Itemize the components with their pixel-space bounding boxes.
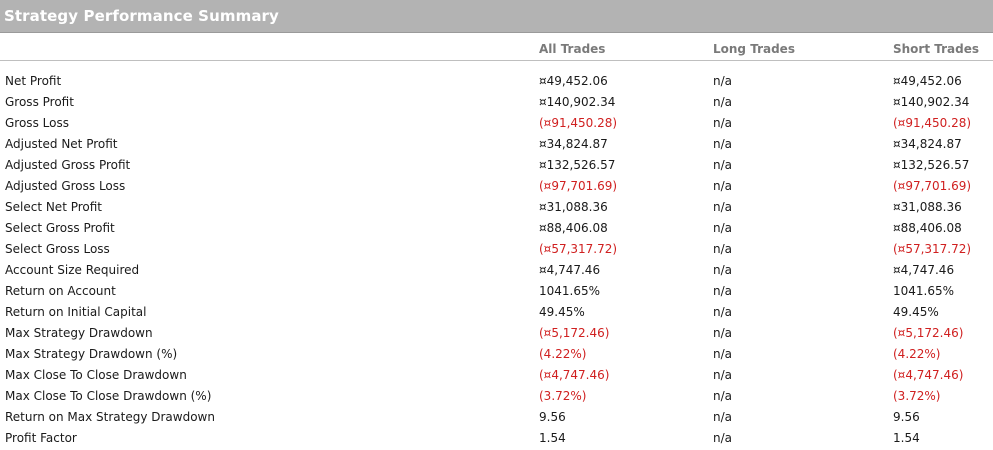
table-row[interactable]: Return on Max Strategy Drawdown 9.56 n/a 9.… <box>0 406 993 427</box>
long-trades-value: n/a <box>713 137 733 151</box>
table-row[interactable]: Max Strategy Drawdown (%) (4.22%) n/a (4.22… <box>0 343 993 364</box>
all-trades-value: ¤140,902.34 <box>539 95 616 109</box>
row-label: Max Close To Close Drawdown (%) <box>5 389 212 403</box>
all-trades-value: (4.22%) <box>539 347 587 361</box>
row-label: Adjusted Gross Profit <box>5 158 131 172</box>
table-row[interactable]: Net Profit ¤49,452.06 n/a ¤49,452.06 <box>0 70 993 91</box>
all-trades-value: ¤88,406.08 <box>539 221 608 235</box>
short-trades-value: (¤4,747.46) <box>893 368 964 382</box>
long-trades-value: n/a <box>713 347 733 361</box>
long-trades-value: n/a <box>713 305 733 319</box>
row-label: Profit Factor <box>5 431 77 445</box>
column-header-short-trades[interactable]: Short Trades <box>893 42 979 56</box>
long-trades-value: n/a <box>713 284 733 298</box>
short-trades-value: (¤91,450.28) <box>893 116 972 130</box>
row-label: Max Strategy Drawdown (%) <box>5 347 178 361</box>
column-headers: All Trades Long Trades Short Trades <box>0 33 993 61</box>
row-label: Return on Account <box>5 284 116 298</box>
short-trades-value: 9.56 <box>893 410 920 424</box>
table-row[interactable]: Adjusted Net Profit ¤34,824.87 n/a ¤34,824.… <box>0 133 993 154</box>
table-row[interactable]: Select Net Profit ¤31,088.36 n/a ¤31,088.36 <box>0 196 993 217</box>
short-trades-value: ¤49,452.06 <box>893 74 962 88</box>
short-trades-value: ¤34,824.87 <box>893 137 962 151</box>
short-trades-value: 1.54 <box>893 431 920 445</box>
report-header: Strategy Performance Summary <box>0 0 993 33</box>
long-trades-value: n/a <box>713 263 733 277</box>
row-label: Select Gross Profit <box>5 221 115 235</box>
row-label: Adjusted Net Profit <box>5 137 118 151</box>
long-trades-value: n/a <box>713 116 733 130</box>
table-row[interactable]: Max Close To Close Drawdown (%) (3.72%) n/… <box>0 385 993 406</box>
long-trades-value: n/a <box>713 200 733 214</box>
all-trades-value: (¤97,701.69) <box>539 179 618 193</box>
all-trades-value: ¤31,088.36 <box>539 200 608 214</box>
row-label: Select Net Profit <box>5 200 103 214</box>
table-row[interactable]: Select Gross Loss (¤57,317.72) n/a (¤57,317… <box>0 238 993 259</box>
all-trades-value: (¤57,317.72) <box>539 242 618 256</box>
short-trades-value: (3.72%) <box>893 389 941 403</box>
table-row[interactable]: Max Close To Close Drawdown (¤4,747.46) n/… <box>0 364 993 385</box>
row-label: Return on Initial Capital <box>5 305 147 319</box>
report-title: Strategy Performance Summary <box>4 7 279 25</box>
all-trades-value: (3.72%) <box>539 389 587 403</box>
row-label: Select Gross Loss <box>5 242 110 256</box>
all-trades-value: 1041.65% <box>539 284 601 298</box>
all-trades-value: 49.45% <box>539 305 585 319</box>
short-trades-value: (¤5,172.46) <box>893 326 964 340</box>
long-trades-value: n/a <box>713 74 733 88</box>
long-trades-value: n/a <box>713 221 733 235</box>
table-row[interactable]: Select Gross Profit ¤88,406.08 n/a ¤88,406.… <box>0 217 993 238</box>
all-trades-value: ¤49,452.06 <box>539 74 608 88</box>
long-trades-value: n/a <box>713 410 733 424</box>
table-row[interactable]: Max Strategy Drawdown (¤5,172.46) n/a (¤5,1… <box>0 322 993 343</box>
short-trades-value: 49.45% <box>893 305 939 319</box>
all-trades-value: ¤34,824.87 <box>539 137 608 151</box>
long-trades-value: n/a <box>713 389 733 403</box>
short-trades-value: (¤57,317.72) <box>893 242 972 256</box>
long-trades-value: n/a <box>713 326 733 340</box>
column-header-all-trades[interactable]: All Trades <box>539 42 605 56</box>
long-trades-value: n/a <box>713 179 733 193</box>
table-row[interactable]: Profit Factor 1.54 n/a 1.54 <box>0 427 993 448</box>
row-label: Adjusted Gross Loss <box>5 179 126 193</box>
short-trades-value: (¤97,701.69) <box>893 179 972 193</box>
long-trades-value: n/a <box>713 242 733 256</box>
long-trades-value: n/a <box>713 158 733 172</box>
performance-table: Net Profit ¤49,452.06 n/a ¤49,452.06 Gross P… <box>0 70 993 448</box>
row-label: Max Strategy Drawdown <box>5 326 153 340</box>
all-trades-value: 1.54 <box>539 431 566 445</box>
all-trades-value: ¤4,747.46 <box>539 263 601 277</box>
column-header-long-trades[interactable]: Long Trades <box>713 42 795 56</box>
short-trades-value: ¤4,747.46 <box>893 263 955 277</box>
long-trades-value: n/a <box>713 95 733 109</box>
all-trades-value: ¤132,526.57 <box>539 158 616 172</box>
table-row[interactable]: Adjusted Gross Loss (¤97,701.69) n/a (¤97,7… <box>0 175 993 196</box>
long-trades-value: n/a <box>713 368 733 382</box>
row-label: Max Close To Close Drawdown <box>5 368 187 382</box>
short-trades-value: ¤88,406.08 <box>893 221 962 235</box>
row-label: Account Size Required <box>5 263 140 277</box>
row-label: Gross Loss <box>5 116 69 130</box>
short-trades-value: 1041.65% <box>893 284 955 298</box>
row-label: Return on Max Strategy Drawdown <box>5 410 215 424</box>
table-row[interactable]: Return on Account 1041.65% n/a 1041.65% <box>0 280 993 301</box>
table-row[interactable]: Return on Initial Capital 49.45% n/a 49.45% <box>0 301 993 322</box>
short-trades-value: ¤31,088.36 <box>893 200 962 214</box>
table-row[interactable]: Gross Profit ¤140,902.34 n/a ¤140,902.34 <box>0 91 993 112</box>
row-label: Gross Profit <box>5 95 74 109</box>
long-trades-value: n/a <box>713 431 733 445</box>
all-trades-value: (¤5,172.46) <box>539 326 610 340</box>
short-trades-value: ¤132,526.57 <box>893 158 970 172</box>
table-row[interactable]: Gross Loss (¤91,450.28) n/a (¤91,450.28) <box>0 112 993 133</box>
row-label: Net Profit <box>5 74 62 88</box>
table-row[interactable]: Adjusted Gross Profit ¤132,526.57 n/a ¤132,… <box>0 154 993 175</box>
short-trades-value: ¤140,902.34 <box>893 95 970 109</box>
all-trades-value: (¤4,747.46) <box>539 368 610 382</box>
all-trades-value: (¤91,450.28) <box>539 116 618 130</box>
all-trades-value: 9.56 <box>539 410 566 424</box>
short-trades-value: (4.22%) <box>893 347 941 361</box>
table-row[interactable]: Account Size Required ¤4,747.46 n/a ¤4,747.… <box>0 259 993 280</box>
